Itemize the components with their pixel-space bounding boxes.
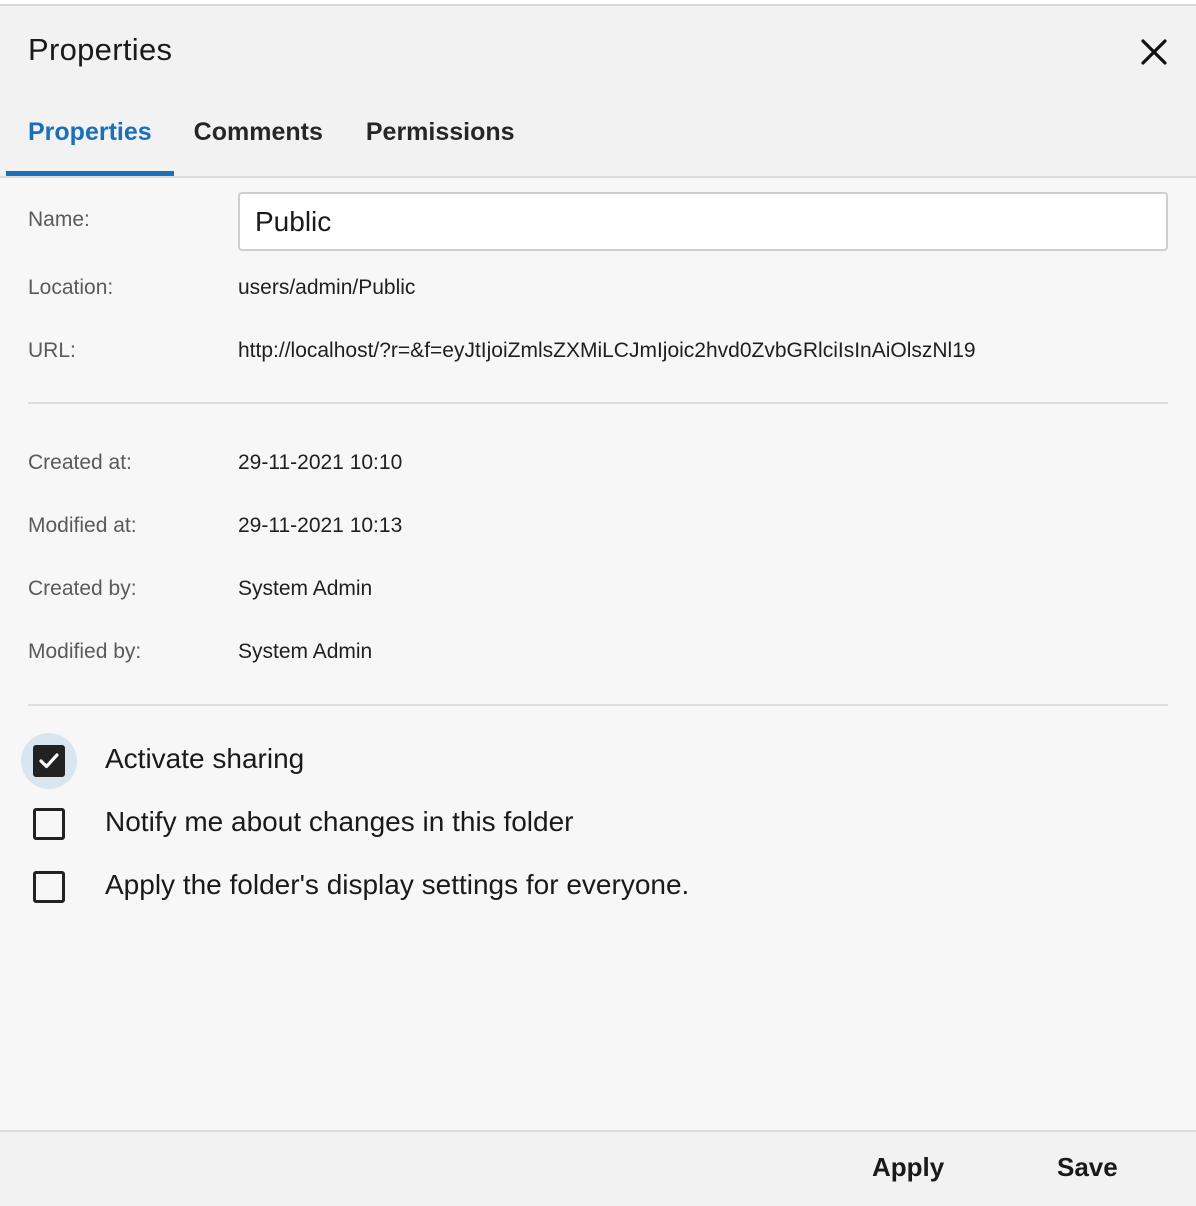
modified-by-label: Modified by: [28,640,142,663]
location-label: Location: [28,276,114,299]
activate-sharing-option[interactable]: Activate sharing [0,733,800,793]
created-at-value: 29-11-2021 10:10 [238,451,403,474]
name-input[interactable] [238,192,1168,251]
tab-properties[interactable]: Properties [6,102,174,176]
dialog-footer: Apply Save [0,1130,1196,1206]
close-icon [1141,39,1167,65]
dialog-header: Properties Properties Comments Permissio… [0,6,1196,178]
section-divider [28,704,1168,706]
properties-dialog: Properties Properties Comments Permissio… [0,4,1196,1206]
notify-changes-option[interactable]: Notify me about changes in this folder [0,796,800,856]
activate-sharing-label: Activate sharing [105,743,305,774]
url-value: http://localhost/?r=&f=eyJtIjoiZmlsZXMiL… [238,339,976,362]
url-label: URL: [28,339,76,362]
tab-comments[interactable]: Comments [174,102,345,176]
apply-display-settings-option[interactable]: Apply the folder's display settings for … [0,859,800,919]
modified-at-label: Modified at: [28,514,137,537]
created-at-label: Created at: [28,451,132,474]
apply-display-settings-checkbox[interactable] [33,871,65,903]
save-button[interactable]: Save [1057,1152,1118,1183]
created-by-label: Created by: [28,577,137,600]
notify-changes-checkbox[interactable] [33,808,65,840]
section-divider [28,402,1168,404]
modified-by-value: System Admin [238,640,373,663]
dialog-title: Properties [28,32,173,67]
apply-display-settings-label: Apply the folder's display settings for … [105,869,690,900]
apply-button[interactable]: Apply [872,1152,944,1183]
notify-changes-label: Notify me about changes in this folder [105,806,574,837]
modified-at-value: 29-11-2021 10:13 [238,514,403,537]
name-label: Name: [28,208,90,231]
checkmark-icon [39,753,59,769]
location-value: users/admin/Public [238,276,416,299]
tab-permissions[interactable]: Permissions [345,102,537,176]
close-button[interactable] [1134,32,1174,72]
tab-bar: Properties Comments Permissions [6,102,537,178]
activate-sharing-checkbox[interactable] [33,745,65,777]
created-by-value: System Admin [238,577,373,600]
